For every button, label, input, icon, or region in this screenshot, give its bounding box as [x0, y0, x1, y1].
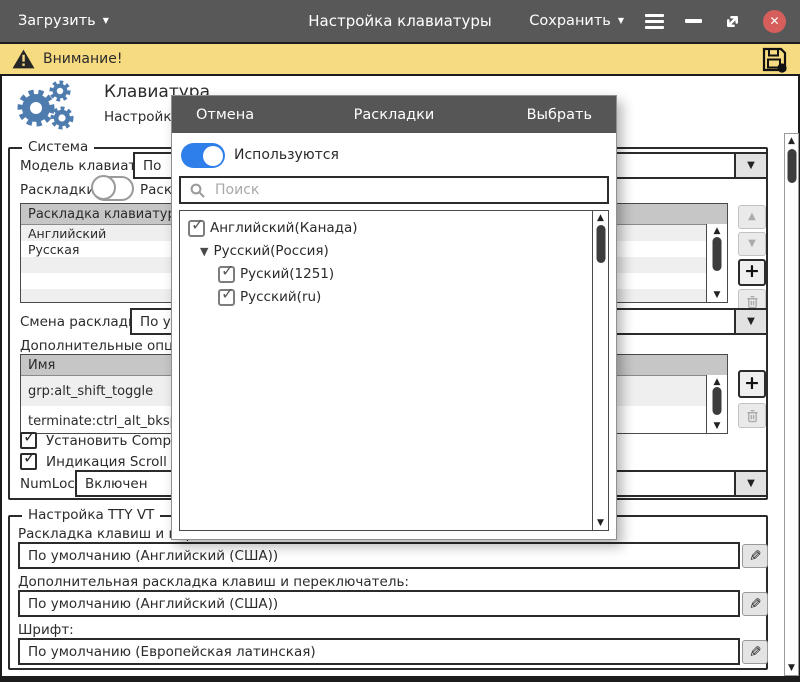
- scrollbar-thumb[interactable]: [713, 237, 722, 271]
- tty-extra-layout-field[interactable]: [18, 590, 740, 617]
- plus-icon: +: [744, 374, 760, 393]
- window-title: Настройка клавиатуры: [308, 12, 492, 30]
- search-input[interactable]: [213, 181, 598, 199]
- save-file-icon[interactable]: [761, 46, 788, 73]
- scroll-up-icon[interactable]: ▲: [707, 226, 727, 236]
- scroll-up-icon[interactable]: ▲: [593, 213, 608, 223]
- search-icon: [190, 183, 205, 198]
- tree-item[interactable]: ✓ Руский(1251): [218, 263, 334, 285]
- close-glyph: ✕: [769, 14, 779, 28]
- search-box: [179, 176, 609, 204]
- window-controls: Сохранить ▼ ✕: [529, 10, 786, 33]
- dropdown-arrow-icon[interactable]: ▼: [734, 472, 766, 495]
- checkbox-checked-icon[interactable]: ✓: [218, 289, 235, 306]
- layouts-table-scrollbar[interactable]: ▲ ▼: [706, 224, 727, 302]
- scroll-down-icon[interactable]: ▼: [593, 518, 608, 528]
- checkbox-checked-icon[interactable]: ✓: [20, 432, 37, 449]
- expanded-triangle-icon[interactable]: ▼: [200, 246, 208, 257]
- tree-item-label: Руский(1251): [240, 266, 334, 282]
- warning-icon: [12, 49, 35, 69]
- select-button[interactable]: Выбрать: [527, 107, 592, 123]
- tree-scrollbar[interactable]: ▲ ▼: [592, 211, 608, 530]
- compose-checkbox-row[interactable]: ✓ Установить Compose: [20, 432, 195, 449]
- tty-layout-field[interactable]: [18, 542, 740, 569]
- gears-icon: [10, 80, 74, 132]
- plus-icon: +: [744, 262, 760, 281]
- layouts-label: Раскладки:: [20, 182, 100, 198]
- chevron-down-icon: ▼: [618, 17, 624, 25]
- tree-item[interactable]: ✓ Русский(ru): [218, 286, 321, 308]
- system-group-legend: Система: [22, 139, 94, 155]
- scrollbar-thumb[interactable]: [787, 149, 796, 183]
- edit-tty-font-button[interactable]: ✎: [742, 640, 768, 664]
- arrow-down-icon: ▼: [748, 239, 756, 249]
- checkbox-checked-icon[interactable]: ✓: [188, 220, 205, 237]
- pencil-icon: ✎: [749, 643, 762, 661]
- tree-item[interactable]: ✓ Английский(Канада): [188, 217, 358, 239]
- trash-icon: [746, 408, 759, 423]
- layouts-toggle[interactable]: [92, 176, 134, 201]
- close-icon[interactable]: ✕: [763, 10, 786, 33]
- tty-layout-label: Раскладка клавиш и пер: [18, 526, 194, 542]
- scrollbar-thumb[interactable]: [713, 387, 722, 415]
- tree-item[interactable]: ▼ Русский(Россия): [200, 240, 329, 262]
- save-menu-label: Сохранить: [529, 13, 611, 29]
- scroll-down-icon[interactable]: ▼: [707, 421, 727, 431]
- minimize-icon[interactable]: [685, 19, 702, 23]
- scrollbar-thumb[interactable]: [596, 225, 605, 263]
- trash-icon: [746, 294, 759, 309]
- in-use-toggle[interactable]: [181, 143, 225, 168]
- dropdown-arrow-icon[interactable]: ▼: [734, 310, 766, 333]
- options-table-scrollbar[interactable]: ▲ ▼: [706, 375, 727, 433]
- pencil-icon: ✎: [749, 547, 762, 565]
- maximize-icon[interactable]: [723, 12, 742, 31]
- scroll-down-icon[interactable]: ▼: [785, 663, 798, 673]
- arrow-up-icon: ▲: [748, 212, 756, 222]
- move-down-button[interactable]: ▼: [738, 232, 766, 256]
- tty-extra-layout-label: Дополнительная раскладка клавиш и перекл…: [18, 574, 409, 590]
- move-up-button[interactable]: ▲: [738, 205, 766, 229]
- tty-font-field[interactable]: [18, 638, 740, 665]
- warning-bar: Внимание!: [0, 42, 800, 76]
- dropdown-arrow-icon[interactable]: ▼: [734, 154, 766, 177]
- tree-item-label: Русский(Россия): [213, 243, 328, 259]
- window-scrollbar[interactable]: ▲ ▼: [784, 133, 799, 676]
- window-bottom-border: [0, 676, 800, 682]
- scroll-down-icon[interactable]: ▼: [707, 290, 727, 300]
- tree-item-label: Русский(ru): [240, 289, 321, 305]
- add-layout-button[interactable]: +: [738, 259, 766, 286]
- layouts-dialog-header: Отмена Раскладки Выбрать: [172, 96, 616, 133]
- keyboard-settings-window: Загрузить ▼ Настройка клавиатуры Сохрани…: [0, 0, 800, 682]
- menu-icon[interactable]: [645, 11, 664, 32]
- edit-tty-layout-button[interactable]: ✎: [742, 544, 768, 568]
- tty-vt-group-legend: Настройка TTY VT: [22, 507, 160, 523]
- layouts-dialog: Отмена Раскладки Выбрать Используются ✓ …: [171, 95, 617, 540]
- add-option-button[interactable]: +: [738, 370, 766, 398]
- toggle-knob: [203, 146, 223, 166]
- cancel-button[interactable]: Отмена: [196, 107, 254, 123]
- toggle-knob: [91, 175, 116, 200]
- load-menu-label: Загрузить: [18, 13, 96, 29]
- load-menu-button[interactable]: Загрузить ▼: [18, 13, 109, 29]
- checkbox-checked-icon[interactable]: ✓: [218, 266, 235, 283]
- title-bar: Загрузить ▼ Настройка клавиатуры Сохрани…: [0, 0, 800, 42]
- extra-options-label: Дополнительные опции:: [20, 338, 195, 354]
- scroll-up-icon[interactable]: ▲: [707, 377, 727, 387]
- dialog-title: Раскладки: [354, 107, 435, 123]
- edit-tty-extra-layout-button[interactable]: ✎: [742, 592, 768, 616]
- in-use-toggle-label: Используются: [234, 147, 339, 163]
- tree-item-label: Английский(Канада): [210, 220, 358, 236]
- delete-option-button[interactable]: [738, 403, 766, 428]
- save-menu-button[interactable]: Сохранить ▼: [529, 13, 624, 29]
- window-left-border: [0, 76, 2, 676]
- scroll-up-icon[interactable]: ▲: [785, 136, 798, 146]
- warning-text: Внимание!: [43, 51, 122, 67]
- chevron-down-icon: ▼: [103, 17, 109, 25]
- pencil-icon: ✎: [749, 595, 762, 613]
- layouts-tree: ✓ Английский(Канада) ▼ Русский(Россия) ✓…: [179, 210, 609, 531]
- tty-font-label: Шрифт:: [18, 622, 74, 638]
- checkbox-checked-icon[interactable]: ✓: [20, 453, 37, 470]
